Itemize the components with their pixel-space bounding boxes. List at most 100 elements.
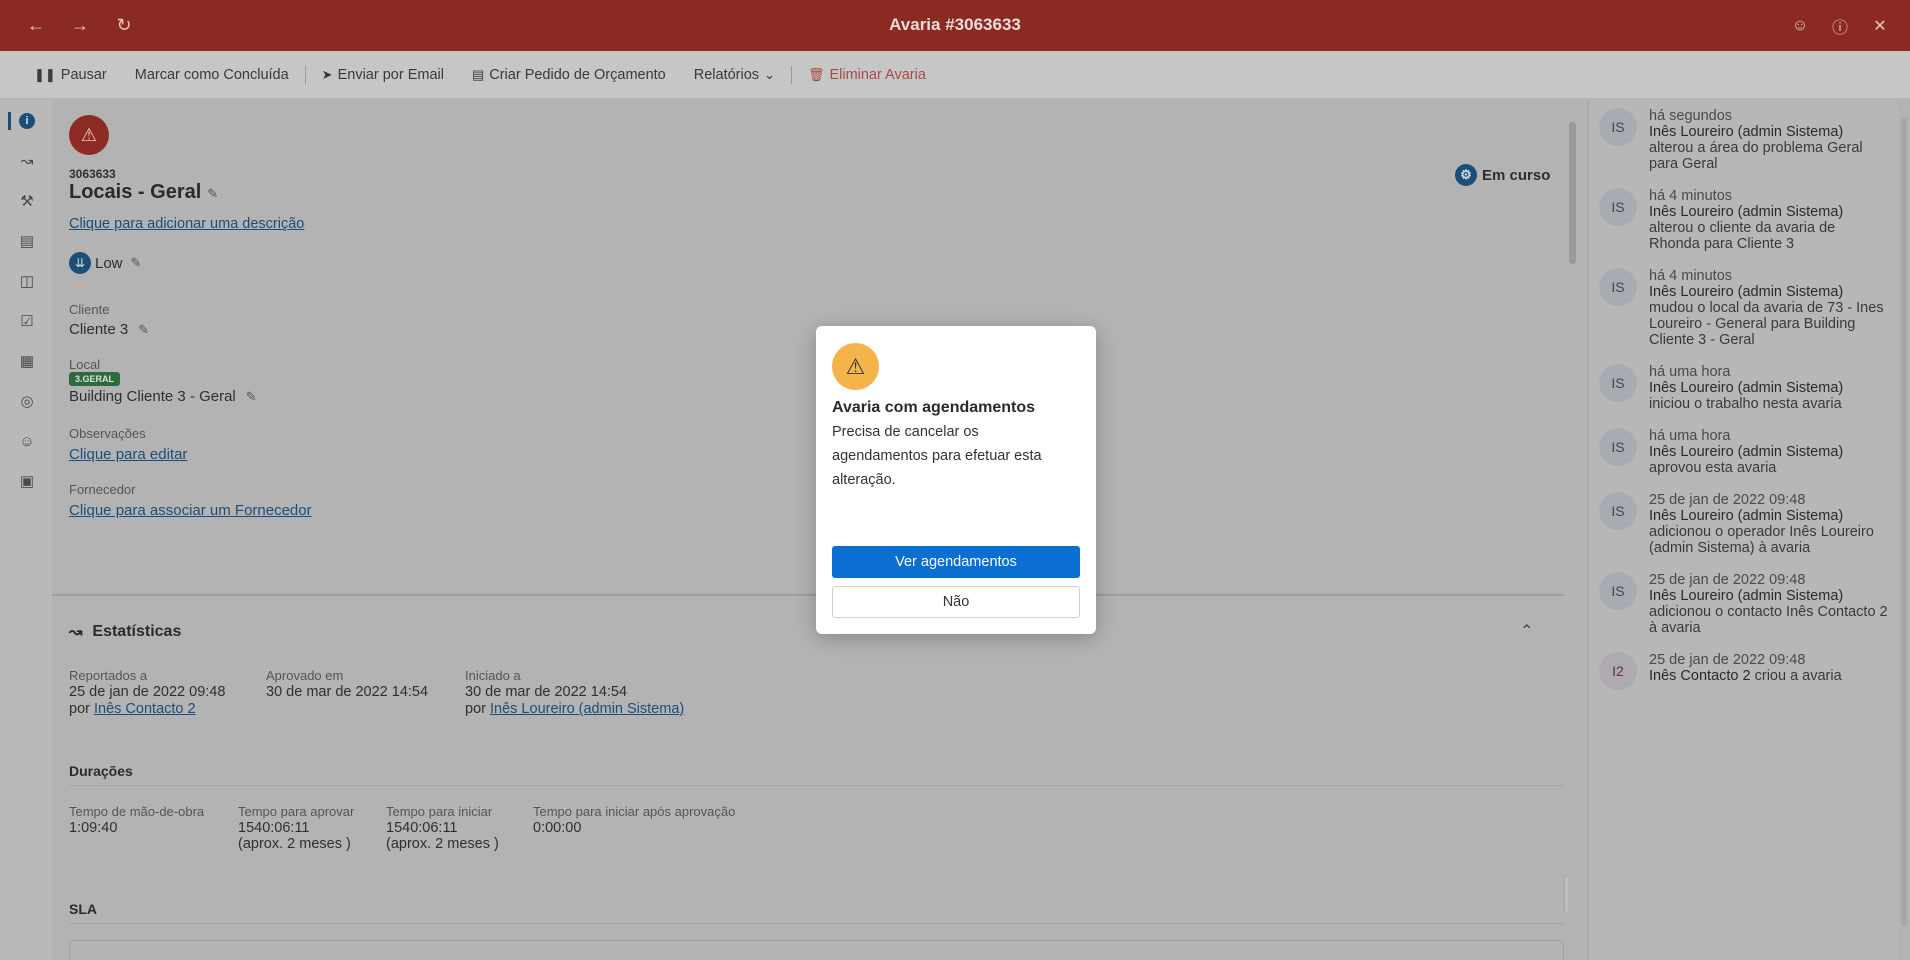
start-approx: (aprox. 2 meses ) [386,836,499,852]
activity-body: há uma hora Inês Loureiro (admin Sistema… [1649,364,1843,412]
back-arrow-icon[interactable]: ← [14,0,58,51]
view-schedules-button[interactable]: Ver agendamentos [832,546,1080,578]
edit-notes-link[interactable]: Clique para editar [69,446,187,463]
start-value: 1540:06:11 [386,820,458,836]
calendar-icon[interactable]: ▦ [17,351,37,371]
close-icon[interactable]: ✕ [1860,0,1900,51]
activity-author: Inês Loureiro (admin Sistema) [1649,444,1844,460]
activity-body: há 4 minutos Inês Loureiro (admin Sistem… [1649,268,1889,348]
chat-icon[interactable]: ◫ [17,271,37,291]
activity-panel: IS há segundos Inês Loureiro (admin Sist… [1588,100,1898,960]
activity-text: alterou o cliente da avaria de Rhonda pa… [1649,220,1836,252]
laptop-icon[interactable]: ▣ [17,471,37,491]
reported-stat: Reportados a 25 de jan de 2022 09:48 por… [69,667,225,718]
started-by-link[interactable]: Inês Loureiro (admin Sistema) [490,701,684,717]
activity-scrollbar[interactable] [1900,100,1908,960]
activity-time: 25 de jan de 2022 09:48 [1649,652,1806,668]
action-toolbar: ❚❚ Pausar Marcar como Concluída ➤ Enviar… [0,51,1910,99]
supplier-label: Fornecedor [69,482,136,497]
mark-done-button[interactable]: Marcar como Concluída [121,60,303,90]
reports-dropdown[interactable]: Relatórios ⌄ [680,60,789,90]
side-rail: i ↝ ⚒ ▤ ◫ ☑ ▦ ◎ ☺ ▣ [0,100,52,960]
start-label: Tempo para iniciar [386,804,493,819]
toolbar-divider [790,65,792,84]
chevron-up-icon[interactable]: ⌃ [1520,621,1533,641]
pencil-icon[interactable]: ✎ [246,389,257,404]
activity-time: há uma hora [1649,428,1731,444]
activity-text: criou a avaria [1754,668,1842,684]
activity-scrollbar-thumb[interactable] [1901,118,1907,926]
activity-time: 25 de jan de 2022 09:48 [1649,572,1806,588]
chart-icon[interactable]: ↝ [17,151,37,171]
avatar: I2 [1599,652,1637,690]
users-icon[interactable]: ☺ [17,431,37,451]
avatar: IS [1599,572,1637,610]
activity-line: Inês Contacto 2 criou a avaria [1649,668,1842,684]
activity-body: há uma hora Inês Loureiro (admin Sistema… [1649,428,1843,476]
reported-by-link[interactable]: Inês Contacto 2 [94,701,196,717]
file-icon[interactable]: ▤ [17,231,37,251]
activity-time: 25 de jan de 2022 09:48 [1649,492,1806,508]
activity-body: há 4 minutos Inês Loureiro (admin Sistem… [1649,188,1889,252]
activity-item: I2 25 de jan de 2022 09:48 Inês Contacto… [1599,652,1889,690]
delete-label: Eliminar Avaria [829,66,926,83]
after-label: Tempo para iniciar após aprovação [533,804,736,819]
info-icon[interactable]: i [17,111,37,131]
stats-header[interactable]: ↝ Estatísticas [69,622,181,642]
help-icon[interactable]: ⓘ [1820,0,1860,51]
comment-check-icon[interactable]: ☑ [17,311,37,331]
associate-supplier-link[interactable]: Clique para associar um Fornecedor [69,502,312,519]
reported-by: por Inês Contacto 2 [69,701,225,718]
quote-button[interactable]: ▤ Criar Pedido de Orçamento [458,60,680,90]
status-badge[interactable]: ⚙ Em curso [1455,164,1550,186]
activity-text: alterou a área do problema Geral para Ge… [1649,140,1863,172]
location-label: Local [69,357,101,372]
activity-time: há 4 minutos [1649,188,1733,204]
ticket-title: Locais - Geral ✎ [69,181,218,204]
toolbar-divider [304,65,306,84]
approve-duration: Tempo para aprovar 1540:06:11 (aprox. 2 … [238,804,354,852]
forward-arrow-icon[interactable]: → [58,0,102,51]
delete-button[interactable]: 🗑 Eliminar Avaria [794,60,940,90]
activity-author: Inês Loureiro (admin Sistema) [1649,380,1844,396]
smiley-icon[interactable]: ☺ [1780,0,1820,51]
chevron-double-down-icon: ⇊ [69,252,91,274]
location-value: Building Cliente 3 - Geral ✎ [69,388,257,405]
active-indicator [8,112,11,130]
nav-controls: ← → ↻ [14,0,146,51]
activity-author: Inês Loureiro (admin Sistema) [1649,508,1844,524]
status-label: Em curso [1482,166,1551,184]
main-scrollbar-thumb[interactable] [1569,122,1576,264]
tools-icon[interactable]: ⚒ [17,191,37,211]
send-icon: ➤ [321,66,333,82]
chevron-down-icon: ⌄ [764,66,775,82]
priority-value: Low [95,254,123,272]
activity-text: iniciou o trabalho nesta avaria [1649,396,1842,412]
add-description-link[interactable]: Clique para adicionar uma descrição [69,216,304,232]
sla-title: SLA [69,901,97,917]
stats-title: Estatísticas [92,623,182,640]
activity-body: 25 de jan de 2022 09:48 Inês Loureiro (a… [1649,572,1889,636]
schedules-dialog: ⚠ Avaria com agendamentos Precisa de can… [816,326,1096,634]
refresh-icon[interactable]: ↻ [102,0,146,51]
ticket-title-text: Locais - Geral [69,181,202,203]
activity-text: adicionou o operador Inês Loureiro (admi… [1649,524,1874,556]
client-value-text: Cliente 3 [69,321,129,338]
approved-date: 30 de mar de 2022 14:54 [266,684,429,700]
reports-label: Relatórios [693,66,760,83]
dialog-title: Avaria com agendamentos [832,399,1036,416]
started-date: 30 de mar de 2022 14:54 [465,684,628,700]
email-button[interactable]: ➤ Enviar por Email [308,60,458,90]
no-button[interactable]: Não [832,586,1080,618]
pause-icon: ❚❚ [34,66,56,82]
activity-text: mudou o local da avaria de 73 - Ines Lou… [1649,300,1884,348]
activity-time: há uma hora [1649,364,1731,380]
notes-label: Observações [69,426,146,441]
pause-button[interactable]: ❚❚ Pausar [20,60,121,90]
pencil-icon[interactable]: ✎ [131,255,142,271]
labor-label: Tempo de mão-de-obra [69,804,205,819]
activity-author: Inês Loureiro (admin Sistema) [1649,284,1844,300]
pencil-icon[interactable]: ✎ [207,186,218,201]
pencil-icon[interactable]: ✎ [138,322,149,337]
coins-icon[interactable]: ◎ [17,391,37,411]
